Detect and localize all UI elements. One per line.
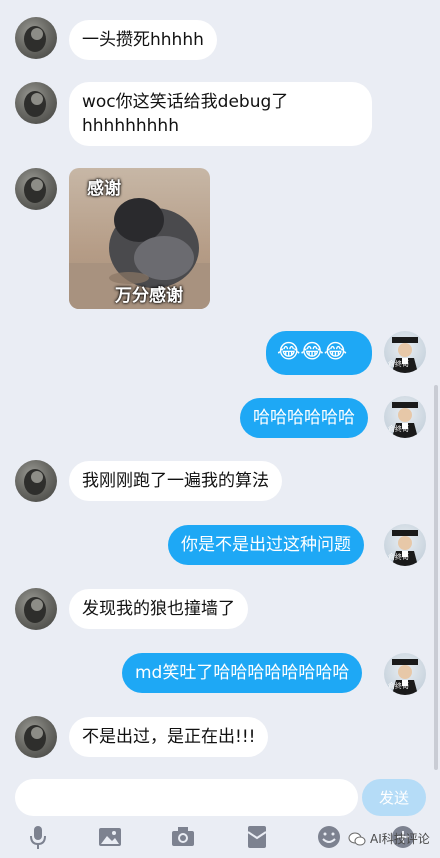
friend-avatar[interactable] bbox=[15, 716, 57, 758]
friend-avatar[interactable] bbox=[15, 460, 57, 502]
penguin-sticker[interactable]: 感谢 万分感谢 bbox=[69, 168, 210, 309]
message-input[interactable] bbox=[15, 779, 358, 816]
avatar-caption: 俞终荀 bbox=[388, 682, 409, 690]
scrollbar[interactable] bbox=[434, 385, 438, 770]
message-bubble[interactable]: 我刚刚跑了一遍我的算法 bbox=[69, 461, 282, 501]
my-avatar[interactable]: 俞终荀 bbox=[384, 524, 426, 566]
my-avatar[interactable]: 俞终荀 bbox=[384, 653, 426, 695]
send-button[interactable]: 发送 bbox=[362, 779, 426, 816]
message-bubble[interactable]: 发现我的狼也撞墙了 bbox=[69, 589, 248, 629]
watermark: AI科技评论 bbox=[348, 830, 430, 847]
avatar-caption: 俞终荀 bbox=[388, 425, 409, 433]
my-avatar[interactable]: 俞终荀 bbox=[384, 396, 426, 438]
sticker-caption-top: 感谢 bbox=[87, 179, 121, 199]
watermark-text: AI科技评论 bbox=[370, 832, 430, 846]
message-bubble[interactable]: 哈哈哈哈哈哈 bbox=[240, 398, 368, 438]
message-bubble[interactable]: woc你这笑话给我debug了 hhhhhhhhh bbox=[69, 82, 372, 146]
camera-icon[interactable] bbox=[170, 824, 196, 850]
wechat-icon bbox=[348, 832, 366, 845]
message-bubble[interactable]: 你是不是出过这种问题 bbox=[168, 525, 364, 565]
message-bubble[interactable]: md笑吐了哈哈哈哈哈哈哈哈 bbox=[122, 653, 363, 693]
my-avatar[interactable]: 俞终荀 bbox=[384, 331, 426, 373]
message-bubble[interactable]: 😂😂😂 bbox=[266, 331, 372, 375]
image-icon[interactable] bbox=[97, 824, 123, 850]
sticker-caption-bottom: 万分感谢 bbox=[115, 286, 183, 306]
friend-avatar[interactable] bbox=[15, 588, 57, 630]
avatar-caption: 俞终荀 bbox=[388, 360, 409, 368]
message-bubble[interactable]: 不是出过，是正在出!!! bbox=[69, 717, 269, 757]
message-bubble[interactable]: 一头攒死hhhhh bbox=[69, 20, 217, 60]
avatar-caption: 俞终荀 bbox=[388, 553, 409, 561]
friend-avatar[interactable] bbox=[15, 82, 57, 124]
red-packet-icon[interactable] bbox=[244, 824, 270, 850]
input-bar: 发送 AI科技评论 bbox=[0, 770, 440, 858]
chat-area: 一头攒死hhhhh woc你这笑话给我debug了 hhhhhhhhh 感谢 万… bbox=[0, 0, 440, 770]
emoji-icon[interactable] bbox=[316, 824, 342, 850]
friend-avatar[interactable] bbox=[15, 168, 57, 210]
microphone-icon[interactable] bbox=[25, 824, 51, 850]
friend-avatar[interactable] bbox=[15, 17, 57, 59]
